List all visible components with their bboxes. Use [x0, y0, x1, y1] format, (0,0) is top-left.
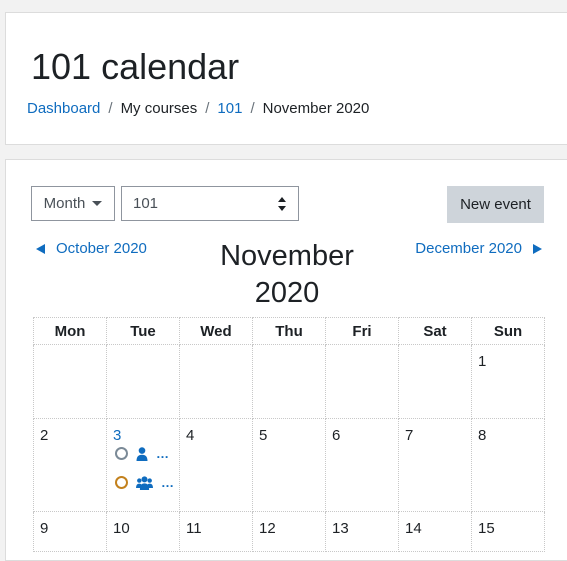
day-number: 9	[40, 520, 49, 537]
day-cell-empty	[33, 344, 107, 419]
calendar-event[interactable]: …	[115, 475, 174, 490]
day-number: 13	[332, 520, 349, 537]
day-cell[interactable]: 3 … …	[106, 418, 180, 512]
breadcrumb-course[interactable]: 101	[217, 100, 242, 117]
day-cell[interactable]: 13	[325, 511, 399, 552]
day-cell-empty	[398, 344, 472, 419]
weekday-header-row: Mon Tue Wed Thu Fri Sat Sun	[33, 317, 545, 345]
breadcrumb-my-courses: My courses	[120, 100, 198, 117]
day-cell[interactable]: 10	[106, 511, 180, 552]
view-mode-dropdown[interactable]: Month	[31, 186, 115, 221]
day-number: 2	[40, 427, 49, 444]
course-select[interactable]: 101	[121, 186, 299, 221]
arrow-left-icon	[36, 243, 45, 254]
breadcrumb-separator: /	[250, 100, 255, 117]
day-cell[interactable]: 7	[398, 418, 472, 512]
day-cell[interactable]: 8	[471, 418, 545, 512]
day-cell[interactable]: 12	[252, 511, 326, 552]
day-cell[interactable]: 14	[398, 511, 472, 552]
calendar-grid: Mon Tue Wed Thu Fri Sat Sun 1 2 3 … … 4 …	[33, 317, 545, 552]
previous-month-link[interactable]: October 2020	[36, 240, 147, 257]
day-cell[interactable]: 4	[179, 418, 253, 512]
weekday-header: Mon	[33, 317, 107, 345]
day-number: 14	[405, 520, 422, 537]
day-cell-empty	[252, 344, 326, 419]
week-row: 2 3 … … 4 5 6 7 8	[33, 418, 545, 512]
day-cell[interactable]: 11	[179, 511, 253, 552]
breadcrumb-separator: /	[205, 100, 210, 117]
day-cell[interactable]: 1	[471, 344, 545, 419]
day-cell-empty	[106, 344, 180, 419]
next-month-link[interactable]: December 2020	[415, 240, 542, 257]
current-month-name: November	[220, 240, 354, 272]
day-number: 8	[478, 427, 487, 444]
day-number: 6	[332, 427, 341, 444]
event-status-icon	[115, 476, 128, 489]
day-number: 4	[186, 427, 195, 444]
day-number: 1	[478, 353, 487, 370]
calendar-event[interactable]: …	[115, 446, 169, 461]
arrow-right-icon	[533, 243, 542, 254]
next-month-label: December 2020	[415, 240, 522, 257]
weekday-header: Sun	[471, 317, 545, 345]
calendar-card: Month 101 New event October 2020 Novembe…	[5, 159, 567, 561]
day-cell[interactable]: 2	[33, 418, 107, 512]
day-number: 11	[186, 520, 202, 537]
view-mode-label: Month	[43, 195, 86, 212]
event-status-icon	[115, 447, 128, 460]
user-icon	[136, 446, 148, 461]
event-title[interactable]: …	[161, 475, 174, 490]
day-number: 15	[478, 520, 495, 537]
breadcrumb-current: November 2020	[262, 100, 370, 117]
page-header: 101 calendar Dashboard / My courses / 10…	[5, 12, 567, 145]
day-cell[interactable]: 5	[252, 418, 326, 512]
day-number: 7	[405, 427, 414, 444]
caret-down-icon	[92, 201, 103, 206]
breadcrumb-separator: /	[108, 100, 113, 117]
weekday-header: Fri	[325, 317, 399, 345]
course-select-value: 101	[133, 195, 159, 212]
page-title: 101 calendar	[31, 46, 240, 87]
day-cell[interactable]: 9	[33, 511, 107, 552]
weekday-header: Wed	[179, 317, 253, 345]
users-icon	[136, 475, 153, 490]
weekday-header: Thu	[252, 317, 326, 345]
day-number-link[interactable]: 3	[113, 427, 121, 444]
breadcrumb-dashboard[interactable]: Dashboard	[27, 100, 100, 117]
new-event-button[interactable]: New event	[447, 186, 544, 223]
day-cell-empty	[325, 344, 399, 419]
week-row: 9 10 11 12 13 14 15	[33, 511, 545, 552]
day-number: 12	[259, 520, 276, 537]
week-row: 1	[33, 344, 545, 419]
day-cell[interactable]: 15	[471, 511, 545, 552]
weekday-header: Sat	[398, 317, 472, 345]
select-arrows-icon	[278, 197, 286, 211]
day-number: 5	[259, 427, 268, 444]
day-cell-empty	[179, 344, 253, 419]
day-cell[interactable]: 6	[325, 418, 399, 512]
event-title[interactable]: …	[156, 446, 169, 461]
current-month-year: 2020	[254, 277, 320, 309]
weekday-header: Tue	[106, 317, 180, 345]
current-month-title: November 2020	[211, 238, 363, 312]
breadcrumb: Dashboard / My courses / 101 / November …	[27, 100, 369, 117]
day-number: 10	[113, 520, 130, 537]
previous-month-label: October 2020	[56, 240, 147, 257]
